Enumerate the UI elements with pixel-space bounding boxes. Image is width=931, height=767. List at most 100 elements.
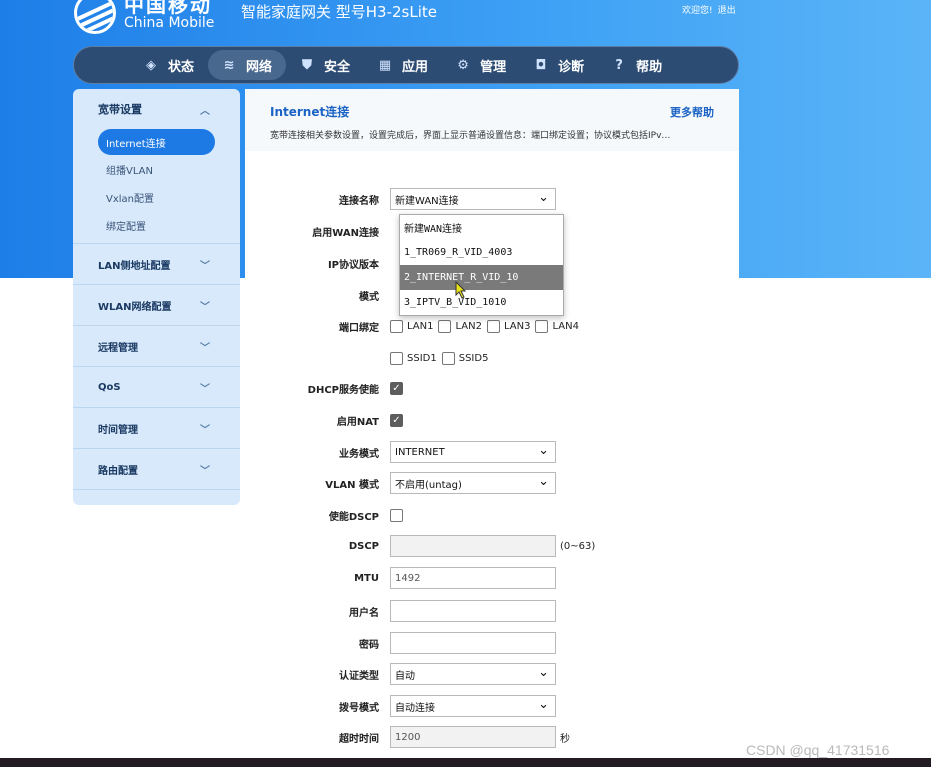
- vlan-mode-select[interactable]: 不启用(untag): [390, 472, 556, 494]
- row-service-mode: 业务模式 INTERNET: [245, 441, 739, 463]
- taskbar-strip: [0, 758, 931, 767]
- sidebar-item-lan[interactable]: LAN侧地址配置 ﹀: [73, 244, 240, 284]
- password-input[interactable]: [390, 632, 556, 654]
- port-lan3[interactable]: LAN3: [486, 319, 530, 333]
- auth-label: 认证类型: [339, 670, 379, 682]
- conn-name-dropdown: 新建WAN连接 1_TR069_R_VID_4003 2_INTERNET_R_…: [399, 214, 564, 316]
- model-title: 智能家庭网关 型号H3-2sLite: [241, 3, 437, 21]
- auth-select[interactable]: 自动: [390, 663, 556, 685]
- service-mode-select[interactable]: INTERNET: [390, 441, 556, 463]
- sidebar-item-vxlan[interactable]: Vxlan配置: [73, 183, 240, 211]
- row-nat: 启用NAT ✓: [245, 409, 739, 431]
- port-ssid5[interactable]: SSID5: [441, 351, 488, 365]
- sidebar-item-route[interactable]: 路由配置 ﹀: [73, 449, 240, 489]
- checkbox[interactable]: [390, 319, 403, 333]
- sidebar-item-qos[interactable]: QoS ﹀: [73, 367, 240, 407]
- nav-status[interactable]: ◈ 状态: [130, 50, 208, 80]
- content-panel: Internet连接 更多帮助 宽带连接相关参数设置，设置完成后，界面上显示普通…: [245, 89, 739, 767]
- chevron-down-icon: ﹀: [200, 260, 210, 272]
- sidebar-group-broadband: 宽带设置 ︿ Internet连接 组播VLAN Vxlan配置 绑定配置: [73, 89, 240, 244]
- dscp-enable-label: 使能DSCP: [328, 511, 379, 523]
- chevron-down-icon: ﹀: [200, 383, 210, 395]
- username-label: 用户名: [349, 607, 379, 619]
- logo-en-text: China Mobile: [124, 15, 215, 32]
- service-mode-label: 业务模式: [339, 448, 379, 460]
- watermark-text: CSDN @qq_41731516: [746, 742, 890, 758]
- shield-icon: ⛊: [302, 57, 312, 73]
- sidebar-item-multicast-vlan[interactable]: 组播VLAN: [73, 155, 240, 183]
- row-dhcp: DHCP服务使能 ✓: [245, 377, 739, 399]
- nav-network[interactable]: ≋ 网络: [208, 50, 287, 80]
- chevron-down-icon: ﹀: [200, 342, 210, 354]
- row-auth: 认证类型 自动: [245, 663, 739, 685]
- welcome-text: 欢迎您!: [682, 6, 713, 16]
- dscp-enable-checkbox[interactable]: [390, 508, 403, 522]
- conn-name-label: 连接名称: [339, 195, 379, 207]
- sidebar-item-internet[interactable]: Internet连接: [98, 129, 215, 155]
- dhcp-checkbox[interactable]: ✓: [390, 381, 403, 395]
- sidebar: 宽带设置 ︿ Internet连接 组播VLAN Vxlan配置 绑定配置 LAN…: [73, 89, 240, 505]
- dial-select[interactable]: 自动连接: [390, 695, 556, 717]
- port-lan2[interactable]: LAN2: [438, 319, 482, 333]
- gear-icon: ⚙: [457, 57, 469, 73]
- dropdown-option[interactable]: 3_IPTV_B_VID_1010: [400, 290, 563, 315]
- sidebar-item-remote[interactable]: 远程管理 ﹀: [73, 326, 240, 366]
- enable-wan-label: 启用WAN连接: [312, 227, 379, 239]
- content-header: Internet连接 更多帮助 宽带连接相关参数设置，设置完成后，界面上显示普通…: [245, 89, 739, 151]
- nav-manage[interactable]: ⚙ 管理: [442, 50, 520, 80]
- vlan-mode-label: VLAN 模式: [325, 479, 379, 491]
- timeout-unit: 秒: [560, 733, 570, 745]
- username-input[interactable]: [390, 600, 556, 622]
- checkbox[interactable]: [441, 351, 455, 365]
- row-password: 密码: [245, 632, 739, 654]
- dropdown-option[interactable]: 新建WAN连接: [400, 215, 563, 240]
- port-lan1[interactable]: LAN1: [390, 319, 433, 333]
- wifi-icon: ≋: [223, 57, 235, 73]
- sidebar-item-time[interactable]: 时间管理 ﹀: [73, 408, 240, 448]
- dscp-label: DSCP: [348, 540, 379, 552]
- nat-label: 启用NAT: [336, 416, 379, 428]
- port-lan4[interactable]: LAN4: [535, 319, 579, 333]
- dhcp-label: DHCP服务使能: [307, 384, 379, 396]
- dscp-input[interactable]: [390, 535, 556, 557]
- row-vlan-mode: VLAN 模式 不启用(untag): [245, 472, 739, 494]
- welcome-area: 欢迎您! 退出: [677, 3, 736, 16]
- port-ssid1[interactable]: SSID1: [390, 351, 437, 365]
- camera-icon: ◘: [535, 57, 547, 73]
- more-help-link[interactable]: 更多帮助: [670, 104, 714, 120]
- sidebar-head-broadband[interactable]: 宽带设置 ︿: [73, 89, 240, 129]
- layers-icon: ◈: [146, 57, 156, 73]
- checkbox[interactable]: [390, 351, 403, 365]
- port-bind-label: 端口绑定: [339, 322, 379, 334]
- main-nav: ◈ 状态 ≋ 网络 ⛊ 安全 ▦ 应用 ⚙ 管理 ◘ 诊断 ? 帮助: [73, 46, 739, 84]
- checkbox[interactable]: [535, 319, 549, 333]
- row-username: 用户名: [245, 600, 739, 622]
- china-mobile-logo-icon: [74, 0, 116, 34]
- dropdown-option[interactable]: 1_TR069_R_VID_4003: [400, 240, 563, 265]
- checkbox[interactable]: [486, 319, 500, 333]
- timeout-input[interactable]: 1200: [390, 726, 556, 748]
- page-title: Internet连接: [270, 105, 350, 119]
- mtu-input[interactable]: 1492: [390, 567, 556, 589]
- row-port-bind: 端口绑定 LAN1 LAN2 LAN3 LAN4: [245, 315, 739, 337]
- nav-apps[interactable]: ▦ 应用: [364, 50, 442, 80]
- page-description: 宽带连接相关参数设置，设置完成后，界面上显示普通设置信息：端口绑定设置；协议模式…: [270, 131, 671, 141]
- row-conn-name: 连接名称 新建WAN连接: [245, 188, 739, 210]
- sidebar-item-binding[interactable]: 绑定配置: [73, 211, 240, 239]
- chevron-down-icon: ﹀: [200, 424, 210, 436]
- checkbox[interactable]: [438, 319, 452, 333]
- logout-link[interactable]: 退出: [718, 6, 736, 16]
- chevron-down-icon: ﹀: [200, 465, 210, 477]
- nav-help[interactable]: ? 帮助: [598, 50, 676, 80]
- logo-cn-text: 中国移动: [124, 0, 212, 18]
- dropdown-option-highlighted[interactable]: 2_INTERNET_R_VID_10: [400, 265, 563, 290]
- grid-icon: ▦: [378, 57, 392, 73]
- mtu-label: MTU: [354, 572, 379, 584]
- dial-label: 拨号模式: [339, 702, 379, 714]
- nav-diagnose[interactable]: ◘ 诊断: [520, 50, 598, 80]
- conn-name-select[interactable]: 新建WAN连接: [390, 188, 556, 210]
- sidebar-item-wlan[interactable]: WLAN网络配置 ﹀: [73, 285, 240, 325]
- nat-checkbox[interactable]: ✓: [390, 413, 403, 427]
- chevron-up-icon: ︿: [200, 105, 210, 117]
- nav-security[interactable]: ⛊ 安全: [286, 50, 364, 80]
